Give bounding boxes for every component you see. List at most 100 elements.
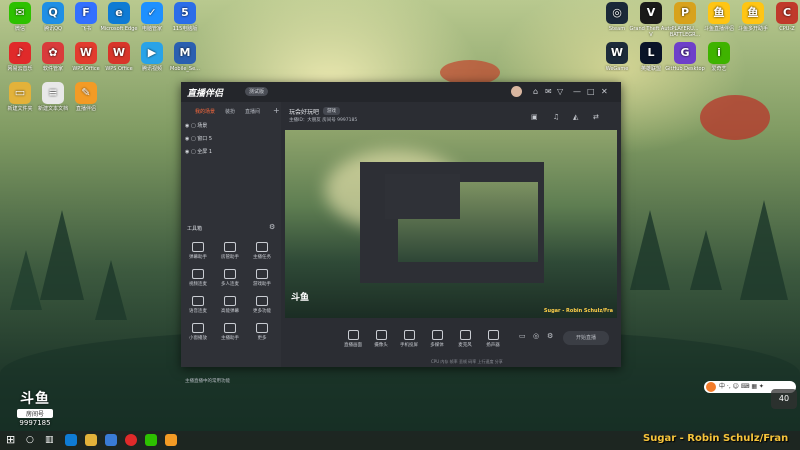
lock-preview-icon[interactable]: ▣ [531, 113, 538, 121]
nested-app-preview [360, 162, 544, 283]
desktop-icon-label: 爱奇艺 [711, 66, 727, 72]
desktop-icon[interactable]: C CPU-Z [765, 2, 800, 32]
close-icon[interactable]: ✕ [601, 87, 608, 96]
gear-icon[interactable]: ⚙ [547, 332, 553, 340]
tool-button[interactable]: 主播任务 [248, 242, 276, 260]
lock-icon[interactable]: ▢ [191, 149, 196, 155]
tool-button[interactable]: 语音连麦 [184, 296, 212, 314]
settings-icon[interactable]: ✉ [545, 87, 552, 96]
tool-icon [224, 269, 236, 279]
tool-button[interactable]: 更多 [248, 323, 276, 341]
source-tool-icon [403, 330, 415, 340]
wps-icon-2: W [108, 42, 130, 64]
douyu-room-badge: 斗鱼 房间号 9997185 [13, 388, 57, 427]
explorer-taskbar-icon[interactable] [85, 434, 97, 446]
store-taskbar-icon[interactable] [105, 434, 117, 446]
eye-icon[interactable]: ◉ [185, 149, 189, 155]
qq-icon: Q [42, 2, 64, 24]
source-tool-button[interactable]: 直播画面 [339, 330, 367, 348]
scene-item[interactable]: ◉ ▢ 全屏 1 [185, 148, 212, 155]
pubg-icon: P [674, 2, 696, 24]
main-panel: 玩会好玩吧 游戏 主播ID：大朋友 房间号 9997185 ▣ ♫ ◭ ⇄ 斗鱼… [281, 102, 621, 367]
share-room-icon[interactable]: ⇄ [593, 113, 599, 121]
tool-label: 多人连麦 [221, 282, 239, 287]
scene-sidebar: 我的场景 装扮 直播间 + ◉ ▢ 场景 ◉ ▢ 窗口 5 ◉ ▢ 全屏 1 工… [181, 102, 281, 384]
wechat-taskbar-icon[interactable] [145, 434, 157, 446]
user-avatar[interactable] [511, 86, 522, 97]
menu-icon[interactable]: ▽ [557, 87, 563, 96]
bottom-toolbar: 直播画面 摄像头 手机投屏 多媒体 麦克风 扬声器 ▭ ◎ ⚙ 开始直播 CPU 内存 帧… [281, 322, 621, 367]
titlebar[interactable]: 直播伴侣 测试版 ⌂ ✉ ▽ — □ ✕ [181, 82, 621, 102]
tool-button[interactable]: 房管助手 [216, 242, 244, 260]
ime-logo-icon[interactable] [706, 382, 716, 392]
status-line: CPU 内存 帧率 丢帧 码率 上行速度 分享 [431, 359, 503, 364]
tool-button[interactable]: 多人连麦 [216, 269, 244, 287]
source-tool-button[interactable]: 多媒体 [423, 330, 451, 348]
tool-button[interactable]: 游戏助手 [248, 269, 276, 287]
eye-icon[interactable]: ◉ [185, 123, 189, 129]
ime-status[interactable]: 中 ·, ☺ ⌨ ▦ ✦ [719, 383, 764, 390]
tab-my-scenes[interactable]: 我的场景 [195, 108, 215, 115]
tool-label: 游戏助手 [253, 282, 271, 287]
netease-music-icon: ♪ [9, 42, 31, 64]
lock-icon[interactable]: ▢ [191, 136, 196, 142]
douyu-logo: 斗鱼 [20, 391, 50, 407]
text-doc-icon: ≡ [42, 82, 64, 104]
desktop-icon[interactable]: ✎ 直播伴侣 [64, 82, 108, 112]
douyu-icon: 鱼 [708, 2, 730, 24]
start-live-button[interactable]: 开始直播 [563, 331, 609, 345]
folder-icon: ▭ [9, 82, 31, 104]
desktop-icon-label: CPU-Z [779, 26, 795, 32]
add-scene-icon[interactable]: + [273, 106, 280, 115]
share-icon[interactable]: ⌂ [533, 87, 538, 96]
source-tool-button[interactable]: 手机投屏 [395, 330, 423, 348]
tool-label: 语音连麦 [189, 309, 207, 314]
room-category[interactable]: 游戏 [323, 107, 340, 115]
tool-button[interactable]: 弹幕助手 [184, 242, 212, 260]
edge-taskbar-icon[interactable] [65, 434, 77, 446]
tool-button[interactable]: 高能弹幕 [216, 296, 244, 314]
eye-icon[interactable]: ◉ [185, 136, 189, 142]
search-icon[interactable]: ○ [26, 434, 38, 446]
record-icon[interactable]: ▭ [519, 332, 526, 340]
bell-icon[interactable]: ◭ [573, 113, 578, 121]
live-companion-taskbar-icon[interactable] [165, 434, 177, 446]
source-tool-label: 直播画面 [344, 343, 362, 348]
beta-badge[interactable]: 测试版 [245, 87, 269, 96]
view-icon[interactable]: ◎ [533, 332, 539, 340]
app-logo: 直播伴侣 [187, 89, 224, 99]
source-tool-button[interactable]: 麦克风 [451, 330, 479, 348]
source-tool-button[interactable]: 摄像头 [367, 330, 395, 348]
music-taskbar-icon[interactable] [125, 434, 137, 446]
tab-dress-up[interactable]: 装扮 [225, 108, 235, 115]
stream-preview[interactable]: 斗鱼 Sugar - Robin Schulz/Fra [285, 130, 617, 318]
maximize-icon[interactable]: □ [587, 87, 595, 96]
task-view-icon[interactable]: ▥ [45, 434, 57, 446]
tool-button[interactable]: 更多功能 [248, 296, 276, 314]
tool-icon [192, 296, 204, 306]
source-tool-button[interactable]: 扬声器 [479, 330, 507, 348]
preview-song-text: Sugar - Robin Schulz/Fra [543, 308, 613, 314]
tool-label: 主播任务 [253, 255, 271, 260]
wallpaper-red-foliage [700, 95, 770, 140]
tool-button[interactable]: 主播助手 [216, 323, 244, 341]
start-icon[interactable]: ⊞ [6, 434, 18, 446]
desktop-icon-label: 115电脑版 [172, 26, 198, 32]
lock-icon[interactable]: ▢ [191, 123, 196, 129]
notification-icon[interactable]: ♫ [553, 113, 559, 121]
tool-label: 视频连麦 [189, 282, 207, 287]
tool-button[interactable]: 视频连麦 [184, 269, 212, 287]
tool-button[interactable]: 小窗播放 [184, 323, 212, 341]
wechat-icon: ✉ [9, 2, 31, 24]
tool-label: 弹幕助手 [189, 255, 207, 260]
desktop-icon[interactable]: i 爱奇艺 [697, 42, 741, 72]
scene-item[interactable]: ◉ ▢ 场景 [185, 122, 207, 129]
room-title[interactable]: 玩会好玩吧 [289, 107, 319, 116]
iqiyi-icon: i [708, 42, 730, 64]
toolbox-settings-icon[interactable]: ⚙ [269, 223, 275, 231]
tab-live-room[interactable]: 直播间 [245, 108, 260, 115]
minimize-icon[interactable]: — [573, 87, 581, 96]
desktop-icon[interactable]: M Mobile_Se... [163, 42, 207, 72]
desktop-icon[interactable]: 5 115电脑版 [163, 2, 207, 32]
scene-item[interactable]: ◉ ▢ 窗口 5 [185, 135, 212, 142]
